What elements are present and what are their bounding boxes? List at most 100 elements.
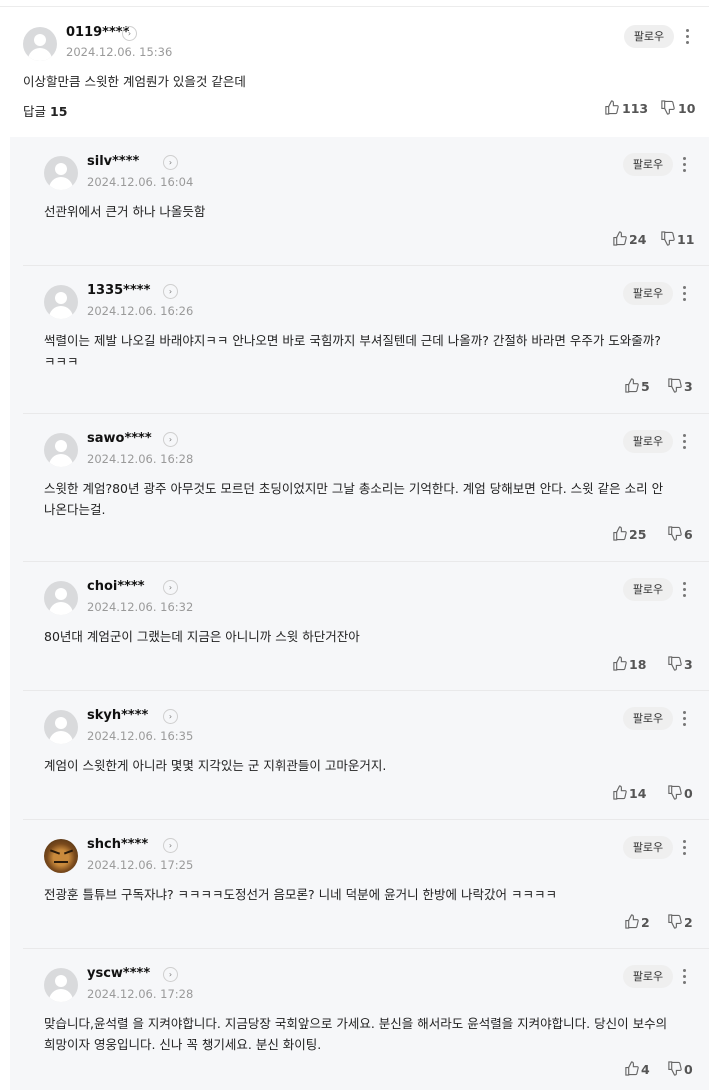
reply-divider bbox=[23, 561, 709, 562]
follow-button[interactable]: 팔로우 bbox=[623, 578, 673, 601]
username[interactable]: yscw**** bbox=[87, 966, 150, 981]
reply-divider bbox=[23, 265, 709, 266]
avatar[interactable] bbox=[23, 27, 57, 61]
username[interactable]: choi**** bbox=[87, 579, 145, 594]
more-vertical-icon[interactable] bbox=[681, 581, 689, 599]
comment-text: 80년대 계엄군이 그랬는데 지금은 아니니까 스윗 하단거잔아 bbox=[44, 629, 360, 644]
thumbs-down-icon bbox=[668, 656, 682, 671]
follow-button[interactable]: 팔로우 bbox=[623, 707, 673, 730]
reply-divider bbox=[23, 413, 709, 414]
more-vertical-icon[interactable] bbox=[681, 285, 689, 303]
dislike-button[interactable]: 11 bbox=[660, 231, 700, 249]
avatar[interactable] bbox=[44, 433, 78, 467]
thumbs-up-icon bbox=[605, 100, 619, 115]
username[interactable]: silv**** bbox=[87, 154, 139, 169]
thumbs-down-icon bbox=[661, 100, 675, 115]
thumbs-up-icon bbox=[613, 785, 627, 800]
dislike-button[interactable]: 6 bbox=[667, 526, 707, 544]
thumbs-down-icon bbox=[668, 1061, 682, 1076]
dislike-button[interactable]: 3 bbox=[667, 378, 707, 396]
avatar[interactable] bbox=[44, 156, 78, 190]
dislike-count: 3 bbox=[684, 379, 693, 394]
more-vertical-icon[interactable] bbox=[681, 156, 689, 174]
like-button[interactable]: 25 bbox=[612, 526, 652, 544]
reply-toggle-button[interactable]: 답글 15 bbox=[23, 101, 67, 120]
dislike-count: 0 bbox=[684, 786, 693, 801]
like-count: 2 bbox=[641, 915, 650, 930]
chevron-right-icon[interactable]: › bbox=[163, 709, 178, 724]
username[interactable]: shch**** bbox=[87, 837, 148, 852]
more-vertical-icon[interactable] bbox=[681, 710, 689, 728]
like-button[interactable]: 18 bbox=[612, 656, 652, 674]
dislike-count: 0 bbox=[684, 1062, 693, 1077]
thumbs-up-icon bbox=[625, 1061, 639, 1076]
like-count: 113 bbox=[622, 101, 649, 116]
like-count: 5 bbox=[641, 379, 650, 394]
dislike-button[interactable]: 10 bbox=[660, 100, 700, 118]
chevron-right-icon[interactable]: › bbox=[122, 26, 137, 41]
reply-divider bbox=[23, 819, 709, 820]
follow-button[interactable]: 팔로우 bbox=[623, 430, 673, 453]
chevron-right-icon[interactable]: › bbox=[163, 432, 178, 447]
chevron-right-icon[interactable]: › bbox=[163, 838, 178, 853]
chevron-right-icon[interactable]: › bbox=[163, 967, 178, 982]
like-button[interactable]: 2 bbox=[624, 914, 664, 932]
more-vertical-icon[interactable] bbox=[681, 433, 689, 451]
like-button[interactable]: 4 bbox=[624, 1061, 664, 1079]
follow-button[interactable]: 팔로우 bbox=[624, 25, 674, 48]
chevron-right-icon[interactable]: › bbox=[163, 284, 178, 299]
like-button[interactable]: 14 bbox=[612, 785, 652, 803]
more-vertical-icon[interactable] bbox=[684, 28, 692, 46]
avatar[interactable] bbox=[44, 968, 78, 1002]
reply-divider bbox=[23, 948, 709, 949]
username[interactable]: skyh**** bbox=[87, 708, 148, 723]
username[interactable]: sawo**** bbox=[87, 431, 152, 446]
comment-date: 2024.12.06. 16:32 bbox=[87, 600, 194, 614]
chevron-right-icon[interactable]: › bbox=[163, 155, 178, 170]
dislike-count: 2 bbox=[684, 915, 693, 930]
like-count: 4 bbox=[641, 1062, 650, 1077]
reply-label: 답글 bbox=[23, 104, 47, 119]
avatar[interactable] bbox=[44, 581, 78, 615]
dislike-count: 10 bbox=[678, 101, 696, 116]
chevron-right-icon[interactable]: › bbox=[163, 580, 178, 595]
avatar[interactable] bbox=[44, 285, 78, 319]
thumbs-up-icon bbox=[613, 526, 627, 541]
dislike-button[interactable]: 0 bbox=[667, 1061, 707, 1079]
comment-date: 2024.12.06. 16:04 bbox=[87, 175, 194, 189]
thumbs-up-icon bbox=[613, 656, 627, 671]
reply-count: 15 bbox=[50, 104, 68, 119]
follow-button[interactable]: 팔로우 bbox=[623, 836, 673, 859]
more-vertical-icon[interactable] bbox=[681, 839, 689, 857]
comment-text: 전광훈 틀튜브 구독자냐? ㅋㅋㅋㅋ도정선거 음모론? 니네 덕분에 윤거니 한… bbox=[44, 887, 558, 902]
comment-text: 스윗한 계엄?80년 광주 아무것도 모르던 초딩이었지만 그날 총소리는 기억… bbox=[44, 481, 664, 517]
avatar[interactable] bbox=[44, 839, 78, 873]
comment-text: 이상할만큼 스윗한 계엄뤈가 있을것 같은데 bbox=[23, 74, 246, 89]
thumbs-down-icon bbox=[668, 914, 682, 929]
comment-thread: 0119**** › 2024.12.06. 15:36 팔로우 이상할만큼 스… bbox=[0, 0, 709, 1090]
thumbs-up-icon bbox=[625, 914, 639, 929]
avatar[interactable] bbox=[44, 710, 78, 744]
comment-text: 선관위에서 큰거 하나 나올듯함 bbox=[44, 204, 206, 219]
like-button[interactable]: 5 bbox=[624, 378, 664, 396]
more-vertical-icon[interactable] bbox=[681, 968, 689, 986]
like-button[interactable]: 24 bbox=[612, 231, 652, 249]
follow-button[interactable]: 팔로우 bbox=[623, 965, 673, 988]
comment-date: 2024.12.06. 17:25 bbox=[87, 858, 194, 872]
thumbs-down-icon bbox=[661, 231, 675, 246]
thumbs-down-icon bbox=[668, 526, 682, 541]
reply-divider bbox=[23, 690, 709, 691]
follow-button[interactable]: 팔로우 bbox=[623, 282, 673, 305]
comment-text: 맞습니다,윤석렬 을 지켜야합니다. 지금당장 국회앞으로 가세요. 분신을 해… bbox=[44, 1016, 668, 1052]
comment-date: 2024.12.06. 16:35 bbox=[87, 729, 194, 743]
dislike-button[interactable]: 3 bbox=[667, 656, 707, 674]
thumbs-down-icon bbox=[668, 378, 682, 393]
like-button[interactable]: 113 bbox=[604, 100, 654, 118]
comment-text: 계엄이 스윗한게 아니라 몇몇 지각있는 군 지휘관들이 고마운거지. bbox=[44, 758, 387, 773]
follow-button[interactable]: 팔로우 bbox=[623, 153, 673, 176]
dislike-button[interactable]: 0 bbox=[667, 785, 707, 803]
username[interactable]: 1335**** bbox=[87, 283, 150, 298]
like-count: 25 bbox=[629, 527, 647, 542]
dislike-button[interactable]: 2 bbox=[667, 914, 707, 932]
username[interactable]: 0119**** bbox=[66, 25, 129, 40]
